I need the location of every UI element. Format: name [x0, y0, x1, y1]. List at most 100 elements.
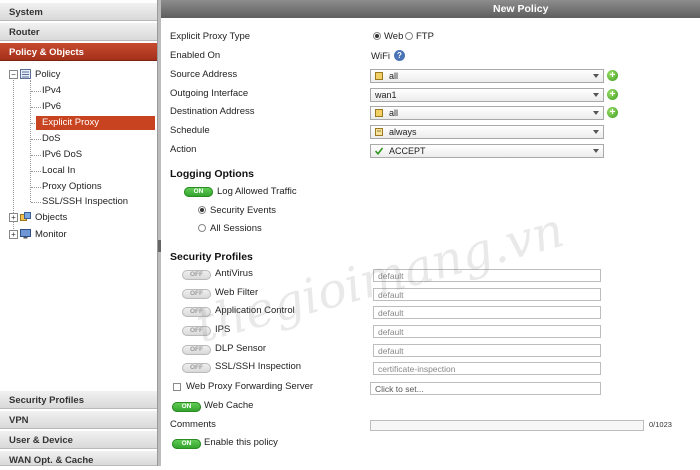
- security-profiles-title: Security Profiles: [170, 251, 253, 263]
- web-filter-label: Web Filter: [215, 287, 259, 298]
- comments-label: Comments: [170, 419, 216, 430]
- dlp-sensor-profile-field[interactable]: default: [373, 344, 601, 357]
- action-label: Action: [170, 144, 197, 155]
- tree-item-ssl-ssh-inspection[interactable]: SSL/SSH Inspection: [42, 195, 128, 209]
- tree-item-ipv6-dos[interactable]: IPv6 DoS: [42, 148, 82, 162]
- tree-item-ipv4[interactable]: IPv4: [42, 84, 61, 98]
- expand-icon[interactable]: +: [9, 213, 18, 222]
- ips-label: IPS: [215, 324, 231, 335]
- tree-line: [31, 187, 41, 188]
- application-control-label: Application Control: [215, 305, 295, 316]
- antivirus-profile-field[interactable]: default: [373, 269, 601, 282]
- action-value: ACCEPT: [389, 146, 426, 156]
- tree-item-proxy-options[interactable]: Proxy Options: [42, 180, 102, 194]
- tree-line: [13, 80, 14, 235]
- destination-address-label: Destination Address: [170, 106, 255, 117]
- comments-textarea[interactable]: [370, 420, 644, 431]
- comments-character-count: 0/1023: [649, 420, 672, 429]
- ips-toggle[interactable]: OFF: [182, 326, 211, 336]
- all-sessions-radio[interactable]: [198, 224, 206, 232]
- dlp-sensor-toggle[interactable]: OFF: [182, 345, 211, 355]
- dropdown-arrow-icon: [593, 149, 599, 153]
- enable-policy-label: Enable this policy: [204, 437, 278, 448]
- web-cache-label: Web Cache: [204, 400, 254, 411]
- schedule-value: always: [389, 127, 417, 137]
- security-events-radio[interactable]: [198, 206, 206, 214]
- nav-section-user-device[interactable]: User & Device: [0, 430, 157, 449]
- policy-icon: [20, 69, 31, 79]
- logging-options-title: Logging Options: [170, 168, 254, 180]
- web-filter-profile-field[interactable]: default: [373, 288, 601, 301]
- web-proxy-forwarding-checkbox[interactable]: [173, 383, 181, 391]
- web-filter-toggle[interactable]: OFF: [182, 289, 211, 299]
- tree-item-local-in[interactable]: Local In: [42, 164, 75, 178]
- tree-line: [31, 91, 41, 92]
- help-icon[interactable]: ?: [394, 50, 405, 61]
- schedule-select[interactable]: always: [370, 125, 604, 139]
- ssl-ssh-inspection-label: SSL/SSH Inspection: [215, 361, 302, 372]
- address-icon: [375, 109, 383, 117]
- collapse-icon[interactable]: −: [9, 70, 18, 79]
- log-allowed-traffic-label: Log Allowed Traffic: [217, 186, 297, 197]
- add-source-icon[interactable]: +: [607, 70, 618, 81]
- tree-line: [31, 171, 41, 172]
- tree-item-policy[interactable]: Policy: [35, 68, 60, 82]
- source-address-value: all: [389, 71, 399, 81]
- all-sessions-label: All Sessions: [210, 223, 262, 234]
- web-proxy-forwarding-label: Web Proxy Forwarding Server: [186, 381, 314, 392]
- checkmark-icon: [375, 147, 383, 155]
- nav-section-security-profiles[interactable]: Security Profiles: [0, 390, 157, 409]
- nav-section-vpn[interactable]: VPN: [0, 410, 157, 429]
- antivirus-label: AntiVirus: [215, 268, 253, 279]
- ftp-radio[interactable]: [405, 32, 413, 40]
- ssl-ssh-inspection-profile-field[interactable]: certificate-inspection: [373, 362, 601, 375]
- proxy-type-label: Explicit Proxy Type: [170, 31, 251, 42]
- source-address-select[interactable]: all: [370, 69, 604, 83]
- outgoing-interface-select[interactable]: wan1: [370, 88, 604, 102]
- dlp-sensor-label: DLP Sensor: [215, 343, 267, 354]
- enable-policy-toggle[interactable]: ON: [172, 439, 201, 449]
- tree-item-ipv6[interactable]: IPv6: [42, 100, 61, 114]
- ips-profile-field[interactable]: default: [373, 325, 601, 338]
- antivirus-toggle[interactable]: OFF: [182, 270, 211, 280]
- tree-item-dos[interactable]: DoS: [42, 132, 60, 146]
- nav-section-policy-objects[interactable]: Policy & Objects: [0, 42, 157, 61]
- enabled-on-value: WiFi: [371, 51, 390, 62]
- add-interface-icon[interactable]: +: [607, 89, 618, 100]
- dropdown-arrow-icon: [593, 93, 599, 97]
- nav-section-wan-opt-cache[interactable]: WAN Opt. & Cache: [0, 450, 157, 466]
- action-select[interactable]: ACCEPT: [370, 144, 604, 158]
- monitor-icon: [20, 229, 31, 239]
- title-bar: New Policy: [161, 0, 700, 18]
- application-control-profile-field[interactable]: default: [373, 306, 601, 319]
- outgoing-interface-label: Outgoing Interface: [170, 88, 249, 99]
- web-cache-toggle[interactable]: ON: [172, 402, 201, 412]
- outgoing-interface-value: wan1: [375, 90, 397, 100]
- ssl-ssh-inspection-toggle[interactable]: OFF: [182, 363, 211, 373]
- schedule-label: Schedule: [170, 125, 210, 136]
- ftp-radio-label: FTP: [416, 31, 434, 42]
- application-control-toggle[interactable]: OFF: [182, 307, 211, 317]
- main-panel: New Policy Explicit Proxy Type Web FTP E…: [161, 0, 700, 466]
- forwarding-server-field[interactable]: Click to set...: [370, 382, 601, 395]
- dropdown-arrow-icon: [593, 111, 599, 115]
- log-allowed-traffic-toggle[interactable]: ON: [184, 187, 213, 197]
- nav-section-system[interactable]: System: [0, 2, 157, 21]
- web-radio[interactable]: [373, 32, 381, 40]
- destination-address-select[interactable]: all: [370, 106, 604, 120]
- left-navigation: System Router Policy & Objects − Policy …: [0, 0, 157, 466]
- tree-item-monitor[interactable]: Monitor: [35, 228, 67, 242]
- tree-item-explicit-proxy[interactable]: Explicit Proxy: [36, 116, 155, 130]
- enabled-on-label: Enabled On: [170, 50, 221, 61]
- expand-icon[interactable]: +: [9, 230, 18, 239]
- tree-line: [31, 155, 41, 156]
- tree-line: [31, 202, 41, 203]
- add-destination-icon[interactable]: +: [607, 107, 618, 118]
- objects-icon: [20, 212, 31, 221]
- page-title: New Policy: [493, 3, 549, 15]
- nav-section-router[interactable]: Router: [0, 22, 157, 41]
- source-address-label: Source Address: [170, 69, 238, 80]
- destination-address-value: all: [389, 108, 399, 118]
- tree-item-objects[interactable]: Objects: [35, 211, 67, 225]
- security-events-label: Security Events: [210, 205, 276, 216]
